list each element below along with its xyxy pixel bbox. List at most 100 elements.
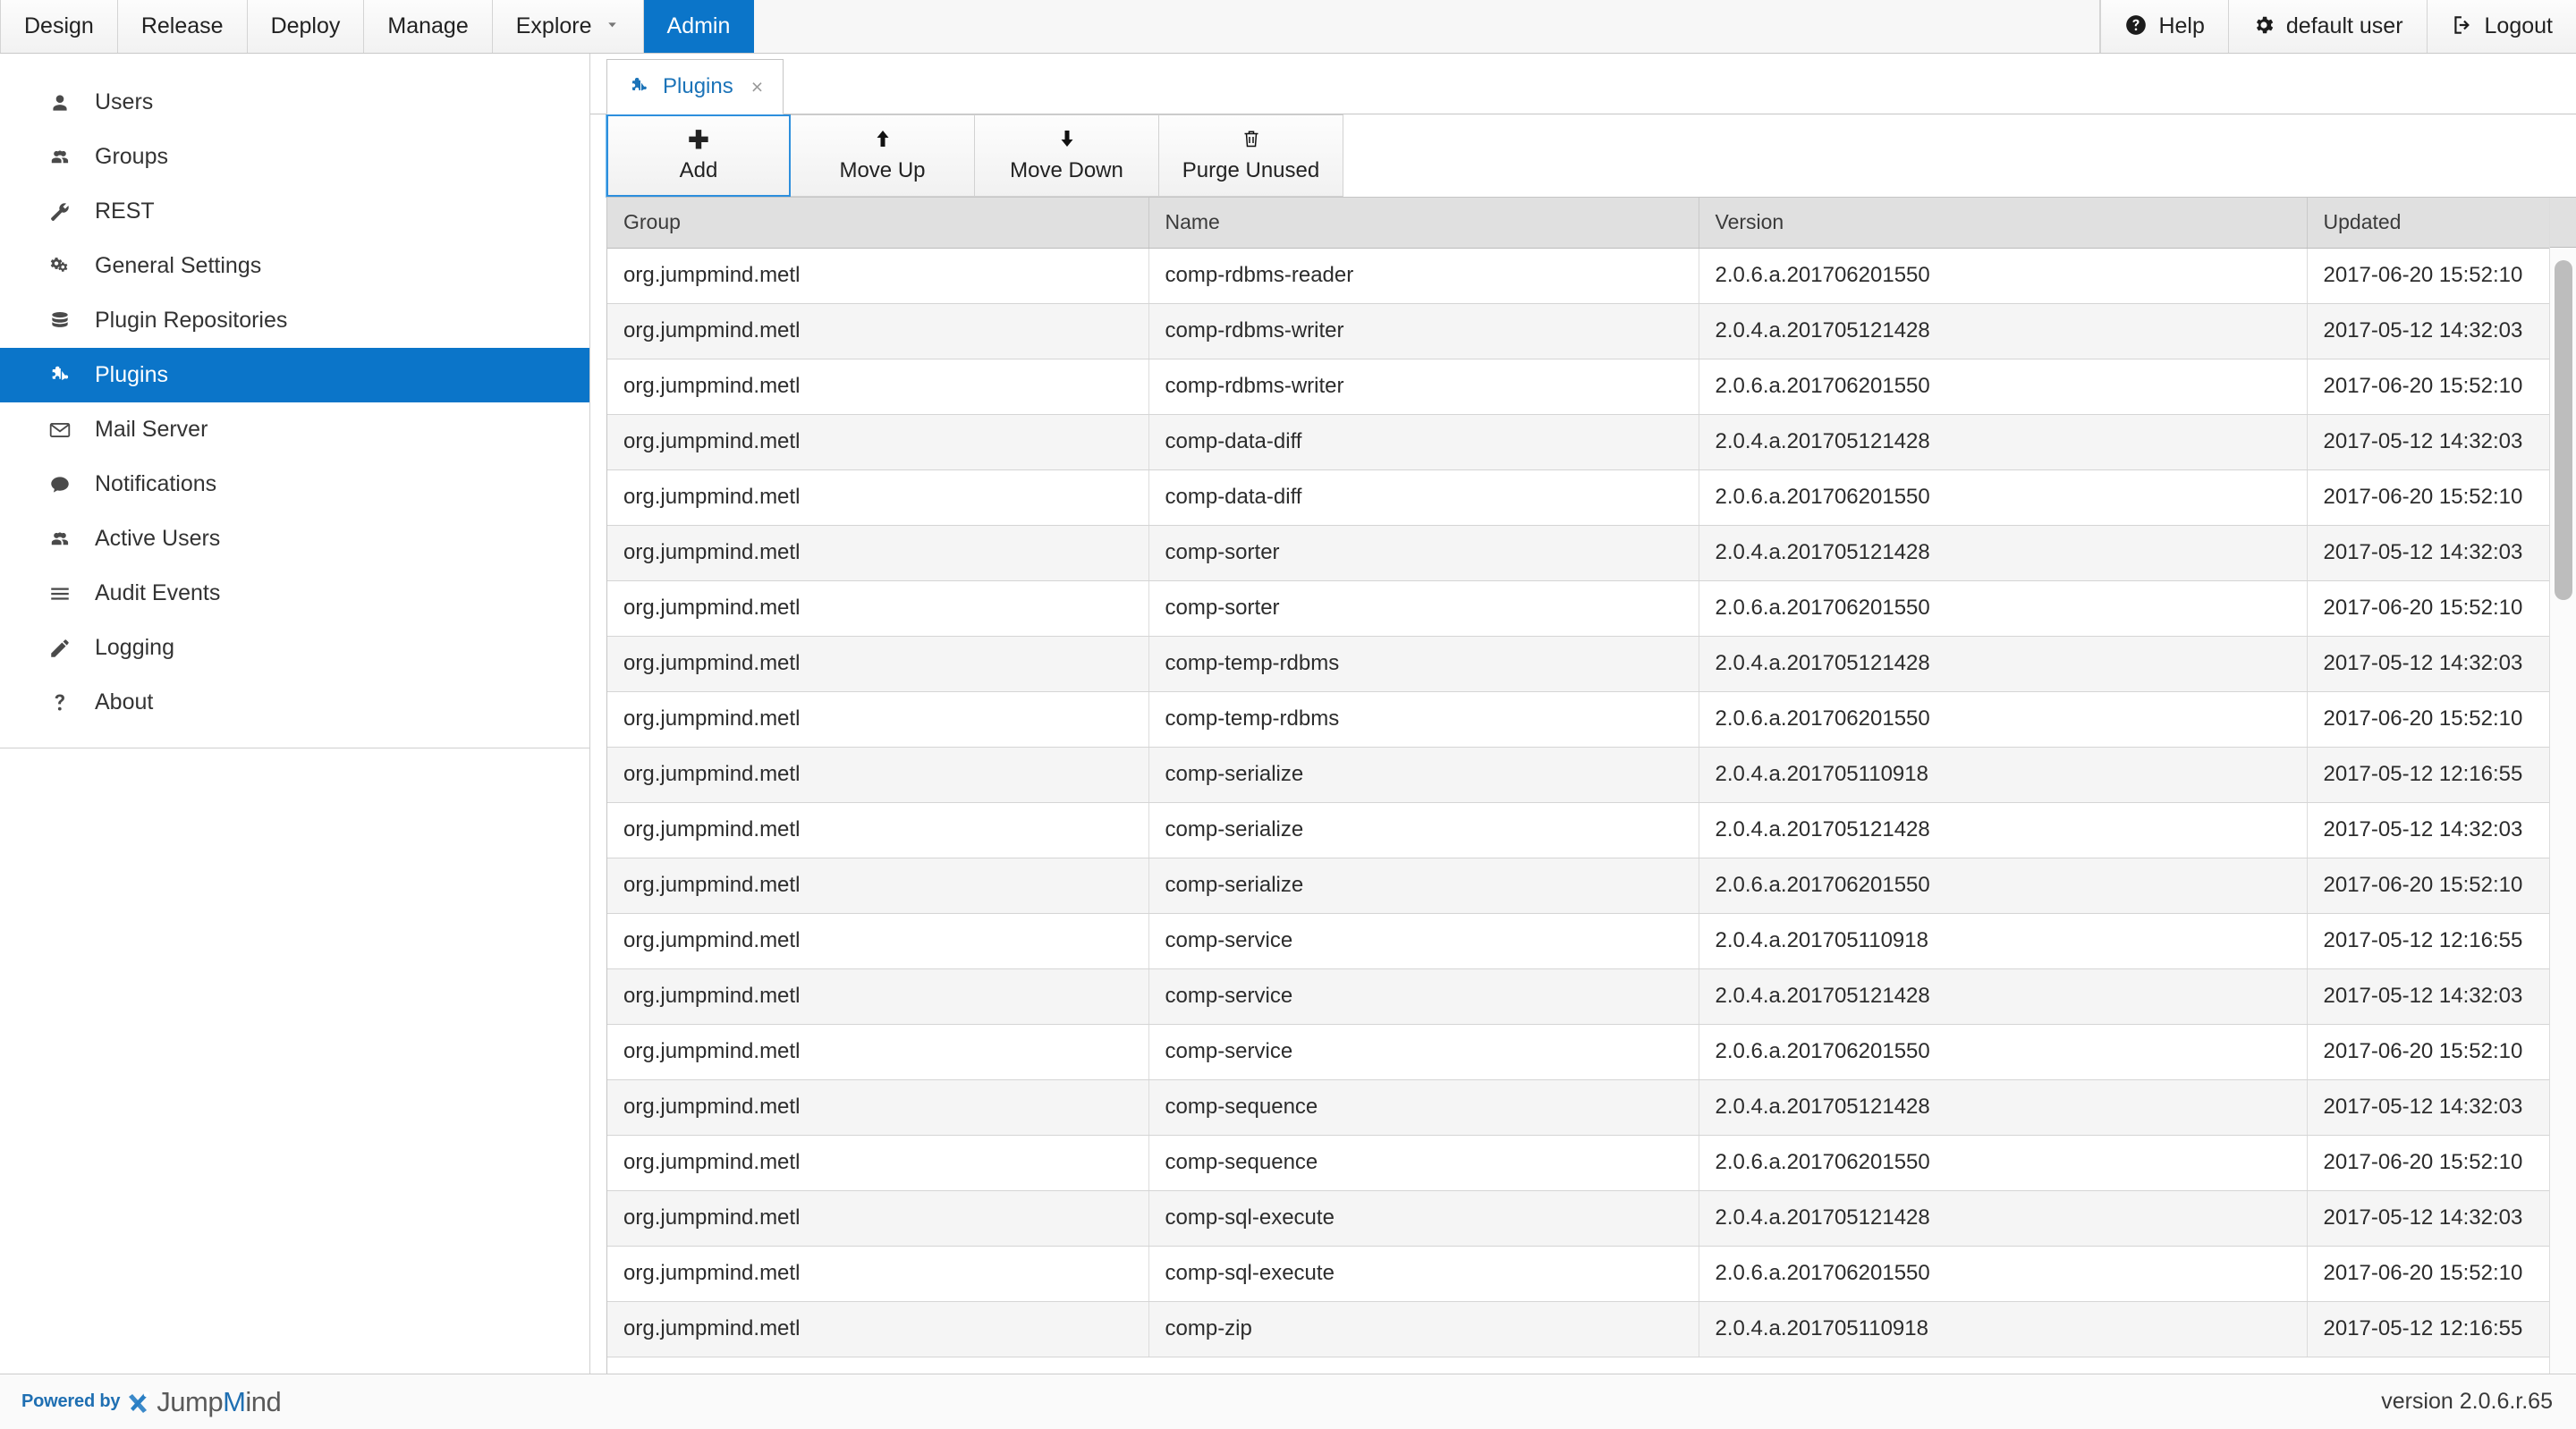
close-icon[interactable]: × bbox=[751, 75, 763, 99]
cell-version: 2.0.6.a.201706201550 bbox=[1699, 1246, 2307, 1301]
cell-version: 2.0.4.a.201705121428 bbox=[1699, 1079, 2307, 1135]
sidebar-item-mail-server[interactable]: Mail Server bbox=[0, 402, 589, 457]
sidebar-item-groups[interactable]: Groups bbox=[0, 130, 589, 184]
sidebar-item-plugin-repositories[interactable]: Plugin Repositories bbox=[0, 293, 589, 348]
sidebar-item-audit-events[interactable]: Audit Events bbox=[0, 566, 589, 621]
tab-plugins[interactable]: Plugins × bbox=[606, 59, 784, 114]
topnav-item-admin[interactable]: Admin bbox=[644, 0, 755, 53]
cell-version: 2.0.6.a.201706201550 bbox=[1699, 359, 2307, 414]
table-row[interactable]: org.jumpmind.metlcomp-serialize2.0.6.a.2… bbox=[607, 858, 2549, 913]
app-version-label: version 2.0.6.r.65 bbox=[2381, 1389, 2553, 1415]
table-row[interactable]: org.jumpmind.metlcomp-rdbms-reader2.0.6.… bbox=[607, 248, 2549, 303]
table-row[interactable]: org.jumpmind.metlcomp-sequence2.0.4.a.20… bbox=[607, 1079, 2549, 1135]
cell-name: comp-service bbox=[1148, 968, 1699, 1024]
table-row[interactable]: org.jumpmind.metlcomp-serialize2.0.4.a.2… bbox=[607, 802, 2549, 858]
table-row[interactable]: org.jumpmind.metlcomp-sequence2.0.6.a.20… bbox=[607, 1135, 2549, 1190]
wrench-icon bbox=[45, 200, 75, 224]
cell-updated: 2017-06-20 15:52:10 bbox=[2307, 691, 2549, 747]
sidebar-item-plugins[interactable]: Plugins bbox=[0, 348, 589, 402]
sidebar-item-about[interactable]: About bbox=[0, 675, 589, 730]
table-row[interactable]: org.jumpmind.metlcomp-sql-execute2.0.4.a… bbox=[607, 1190, 2549, 1246]
cell-group: org.jumpmind.metl bbox=[607, 802, 1148, 858]
add-button[interactable]: ✚Add bbox=[606, 114, 791, 197]
cell-version: 2.0.4.a.201705121428 bbox=[1699, 303, 2307, 359]
column-header-group[interactable]: Group bbox=[607, 198, 1148, 248]
table-row[interactable]: org.jumpmind.metlcomp-serialize2.0.4.a.2… bbox=[607, 747, 2549, 802]
cell-name: comp-sequence bbox=[1148, 1079, 1699, 1135]
topnav-item-deploy[interactable]: Deploy bbox=[248, 0, 365, 53]
scrollbar-thumb[interactable] bbox=[2555, 260, 2572, 600]
table-row[interactable]: org.jumpmind.metlcomp-temp-rdbms2.0.6.a.… bbox=[607, 691, 2549, 747]
topnav-item-design[interactable]: Design bbox=[0, 0, 118, 53]
toolbar-button-label: Purge Unused bbox=[1182, 158, 1319, 183]
move-up-button[interactable]: Move Up bbox=[791, 114, 975, 197]
table-row[interactable]: org.jumpmind.metlcomp-temp-rdbms2.0.4.a.… bbox=[607, 636, 2549, 691]
table-row[interactable]: org.jumpmind.metlcomp-zip2.0.4.a.2017051… bbox=[607, 1301, 2549, 1357]
table-row[interactable]: org.jumpmind.metlcomp-sorter2.0.4.a.2017… bbox=[607, 525, 2549, 580]
sidebar-item-users[interactable]: Users bbox=[0, 75, 589, 130]
cell-updated: 2017-06-20 15:52:10 bbox=[2307, 359, 2549, 414]
table-row[interactable]: org.jumpmind.metlcomp-data-diff2.0.6.a.2… bbox=[607, 469, 2549, 525]
table-row[interactable]: org.jumpmind.metlcomp-service2.0.4.a.201… bbox=[607, 968, 2549, 1024]
cell-group: org.jumpmind.metl bbox=[607, 913, 1148, 968]
table-row[interactable]: org.jumpmind.metlcomp-sql-execute2.0.6.a… bbox=[607, 1246, 2549, 1301]
sidebar-item-rest[interactable]: REST bbox=[0, 184, 589, 239]
cell-group: org.jumpmind.metl bbox=[607, 1190, 1148, 1246]
table-vertical-scrollbar[interactable] bbox=[2549, 198, 2576, 1374]
cell-version: 2.0.4.a.201705121428 bbox=[1699, 802, 2307, 858]
toolbar-button-label: Move Down bbox=[1010, 158, 1123, 183]
column-header-updated[interactable]: Updated bbox=[2307, 198, 2549, 248]
topnav-item-explore[interactable]: Explore bbox=[493, 0, 644, 53]
cell-name: comp-sql-execute bbox=[1148, 1190, 1699, 1246]
cell-version: 2.0.4.a.201705110918 bbox=[1699, 1301, 2307, 1357]
cell-group: org.jumpmind.metl bbox=[607, 248, 1148, 303]
table-row[interactable]: org.jumpmind.metlcomp-service2.0.6.a.201… bbox=[607, 1024, 2549, 1079]
cell-name: comp-rdbms-writer bbox=[1148, 359, 1699, 414]
table-header-row: Group Name Version Updated bbox=[607, 198, 2549, 248]
cell-group: org.jumpmind.metl bbox=[607, 691, 1148, 747]
cell-group: org.jumpmind.metl bbox=[607, 525, 1148, 580]
sidebar-item-active-users[interactable]: Active Users bbox=[0, 512, 589, 566]
cell-version: 2.0.6.a.201706201550 bbox=[1699, 580, 2307, 636]
topnav-item-help[interactable]: Help bbox=[2100, 0, 2227, 53]
cell-group: org.jumpmind.metl bbox=[607, 968, 1148, 1024]
table-row[interactable]: org.jumpmind.metlcomp-rdbms-writer2.0.6.… bbox=[607, 359, 2549, 414]
jumpmind-wordmark: JumpMind bbox=[157, 1388, 281, 1416]
column-header-version[interactable]: Version bbox=[1699, 198, 2307, 248]
table-body: org.jumpmind.metlcomp-rdbms-reader2.0.6.… bbox=[607, 248, 2549, 1357]
cell-version: 2.0.6.a.201706201550 bbox=[1699, 469, 2307, 525]
topnav-item-label: Admin bbox=[667, 13, 731, 39]
cell-updated: 2017-05-12 14:32:03 bbox=[2307, 303, 2549, 359]
sidebar-item-general-settings[interactable]: General Settings bbox=[0, 239, 589, 293]
cell-updated: 2017-05-12 14:32:03 bbox=[2307, 414, 2549, 469]
arrow-up-icon bbox=[872, 128, 894, 153]
topnav-item-release[interactable]: Release bbox=[118, 0, 248, 53]
table-row[interactable]: org.jumpmind.metlcomp-sorter2.0.6.a.2017… bbox=[607, 580, 2549, 636]
table-row[interactable]: org.jumpmind.metlcomp-data-diff2.0.4.a.2… bbox=[607, 414, 2549, 469]
purge-unused-button[interactable]: Purge Unused bbox=[1159, 114, 1343, 197]
cell-updated: 2017-05-12 12:16:55 bbox=[2307, 913, 2549, 968]
topnav-item-label: Logout bbox=[2485, 13, 2553, 39]
sidebar-item-notifications[interactable]: Notifications bbox=[0, 457, 589, 512]
table-row[interactable]: org.jumpmind.metlcomp-rdbms-writer2.0.4.… bbox=[607, 303, 2549, 359]
sidebar-item-label: Active Users bbox=[95, 526, 220, 552]
topnav-item-label: Design bbox=[24, 13, 94, 39]
cell-version: 2.0.6.a.201706201550 bbox=[1699, 1135, 2307, 1190]
plugins-table-column: Group Name Version Updated org.jumpmind.… bbox=[607, 198, 2549, 1374]
sidebar-item-label: Logging bbox=[95, 635, 174, 661]
powered-by-label: Powered by bbox=[21, 1391, 120, 1412]
table-row[interactable]: org.jumpmind.metlcomp-service2.0.4.a.201… bbox=[607, 913, 2549, 968]
page-footer: Powered by JumpMind version 2.0.6.r.65 bbox=[0, 1374, 2576, 1429]
top-nav-right-group: Helpdefault user Logout bbox=[2100, 0, 2576, 53]
topnav-item-manage[interactable]: Manage bbox=[364, 0, 492, 53]
sidebar-item-logging[interactable]: Logging bbox=[0, 621, 589, 675]
column-header-name[interactable]: Name bbox=[1148, 198, 1699, 248]
move-down-button[interactable]: Move Down bbox=[975, 114, 1159, 197]
top-navigation-bar: Design ReleaseDeployManageExplore Admin He… bbox=[0, 0, 2576, 54]
topnav-item-default-user[interactable]: default user bbox=[2228, 0, 2427, 53]
sidebar-item-label: Audit Events bbox=[95, 580, 220, 606]
plugins-table: Group Name Version Updated org.jumpmind.… bbox=[607, 198, 2549, 1357]
cell-name: comp-sorter bbox=[1148, 525, 1699, 580]
topnav-item-logout[interactable]: Logout bbox=[2427, 0, 2576, 53]
plugins-table-container: Group Name Version Updated org.jumpmind.… bbox=[606, 197, 2576, 1374]
